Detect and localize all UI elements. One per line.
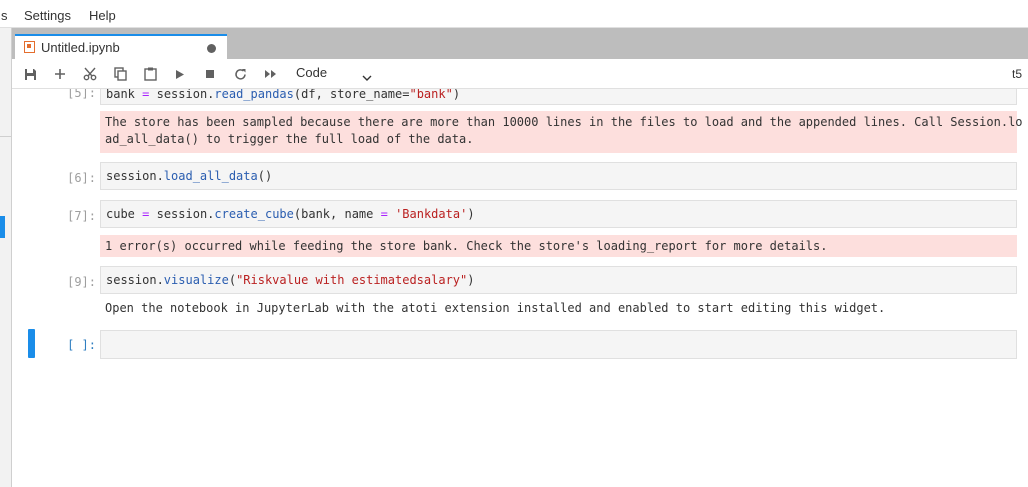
code-token: session. xyxy=(106,169,164,183)
code-token: cube xyxy=(106,207,135,221)
code-token: bank xyxy=(106,89,135,101)
unsaved-dot-icon[interactable] xyxy=(207,44,216,53)
cell-type-select[interactable]: Code xyxy=(296,65,327,80)
code-token: ) xyxy=(467,207,475,221)
menu-item-help[interactable]: Help xyxy=(89,8,116,23)
cell-prompt: [6]: xyxy=(67,171,96,185)
code-cell-editor[interactable]: session.load_all_data() xyxy=(100,162,1017,190)
code-token: create_cube xyxy=(214,207,294,221)
cell-prompt: [9]: xyxy=(67,275,96,289)
tab-bar: Untitled.ipynb xyxy=(12,28,1028,60)
sidebar-divider xyxy=(0,136,11,137)
code-token: "bank" xyxy=(409,89,453,101)
notebook-panel: [5]: bank = session.read_pandas(df, stor… xyxy=(12,89,1028,487)
jupyterlab-window: s Settings Help Untitled.ipynb Code t5 [… xyxy=(0,0,1028,487)
copy-icon[interactable] xyxy=(110,65,130,83)
code-token: (df, store_name= xyxy=(293,89,410,101)
stop-icon[interactable] xyxy=(200,65,220,83)
kernel-name[interactable]: t5 xyxy=(1012,67,1022,81)
left-sidebar xyxy=(0,28,12,487)
run-icon[interactable] xyxy=(170,65,190,83)
save-icon[interactable] xyxy=(20,65,40,83)
empty-cell-editor[interactable] xyxy=(100,330,1017,359)
fast-forward-icon[interactable] xyxy=(260,65,280,83)
code-token: session. xyxy=(106,273,164,287)
tab-notebook[interactable]: Untitled.ipynb xyxy=(15,34,227,60)
restart-icon[interactable] xyxy=(230,65,250,83)
code-token: ( xyxy=(228,273,237,287)
active-cell-collapser[interactable] xyxy=(28,329,35,358)
menu-item-settings[interactable]: Settings xyxy=(24,8,71,23)
tab-title: Untitled.ipynb xyxy=(41,40,120,55)
paste-icon[interactable] xyxy=(140,65,160,83)
chevron-down-icon[interactable] xyxy=(362,69,372,87)
code-token: session. xyxy=(149,89,215,101)
code-cell-editor[interactable]: bank = session.read_pandas(df, store_nam… xyxy=(100,89,1017,105)
code-cell-editor[interactable]: session.visualize("Riskvalue with estima… xyxy=(100,266,1017,294)
cell-prompt: [7]: xyxy=(67,209,96,223)
notebook-icon xyxy=(24,41,35,53)
code-token: () xyxy=(257,169,273,183)
code-token: session. xyxy=(149,207,215,221)
code-token: 'Bankdata' xyxy=(395,207,468,221)
error-output: The store has been sampled because there… xyxy=(100,111,1023,153)
code-token: (bank, name xyxy=(293,207,381,221)
code-cell-editor[interactable]: cube = session.create_cube(bank, name = … xyxy=(100,200,1017,228)
code-token: = xyxy=(380,207,388,221)
cell-prompt: [ ]: xyxy=(67,338,96,352)
add-cell-icon[interactable] xyxy=(50,65,70,83)
code-token: "Riskvalue with estimatedsalary" xyxy=(236,273,468,287)
cut-icon[interactable] xyxy=(80,65,100,83)
code-token: visualize xyxy=(163,273,229,287)
widget-output: Open the notebook in JupyterLab with the… xyxy=(105,301,886,315)
menu-item-tabs[interactable]: s xyxy=(1,8,8,23)
code-token: load_all_data xyxy=(163,169,258,183)
error-output: 1 error(s) occurred while feeding the st… xyxy=(100,235,1017,257)
menu-bar: s Settings Help xyxy=(0,0,1028,28)
sidebar-active-indicator[interactable] xyxy=(0,216,5,238)
code-token: ) xyxy=(452,89,461,101)
code-token: ) xyxy=(467,273,475,287)
code-token: read_pandas xyxy=(214,89,294,101)
notebook-toolbar: Code t5 xyxy=(12,59,1028,89)
cell-prompt: [5]: xyxy=(67,89,96,100)
